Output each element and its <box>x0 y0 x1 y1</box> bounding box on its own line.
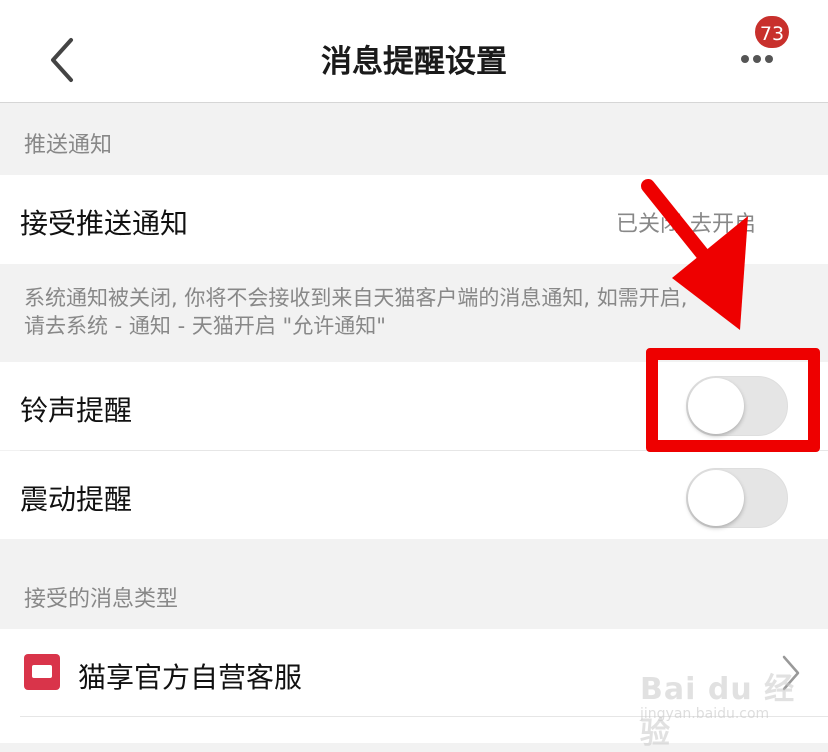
watermark-sub: jingyan.baidu.com <box>640 706 770 722</box>
highlight-box <box>646 348 820 452</box>
watermark: Bai du 经验 jingyan.baidu.com <box>632 650 822 751</box>
